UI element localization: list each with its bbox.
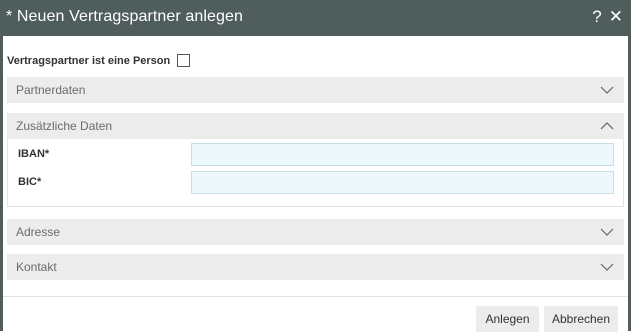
dialog-title: * Neuen Vertragspartner anlegen bbox=[6, 8, 244, 25]
section-kontakt-label: Kontakt bbox=[16, 260, 57, 274]
person-checkbox-label: Vertragspartner ist eine Person bbox=[7, 54, 171, 67]
help-icon[interactable]: ? bbox=[592, 7, 601, 27]
section-kontakt-header[interactable]: Kontakt bbox=[7, 254, 624, 280]
section-adresse-header[interactable]: Adresse bbox=[7, 219, 624, 245]
chevron-up-icon bbox=[600, 122, 614, 130]
section-zusaetzliche-daten-label: Zusätzliche Daten bbox=[16, 119, 113, 133]
section-zusaetzliche-daten-panel: IBAN* BIC* bbox=[7, 139, 624, 207]
close-icon[interactable]: ✕ bbox=[609, 7, 623, 27]
new-contract-partner-dialog: * Neuen Vertragspartner anlegen ? ✕ Vert… bbox=[0, 0, 631, 332]
chevron-down-icon bbox=[600, 228, 614, 236]
iban-label: IBAN* bbox=[18, 148, 50, 160]
section-partnerdaten-label: Partnerdaten bbox=[16, 83, 86, 97]
chevron-down-icon bbox=[600, 86, 614, 94]
titlebar-controls: ? ✕ bbox=[592, 7, 623, 27]
footer-divider bbox=[3, 296, 628, 297]
dialog-titlebar: * Neuen Vertragspartner anlegen ? ✕ bbox=[0, 0, 631, 36]
section-partnerdaten-header[interactable]: Partnerdaten bbox=[7, 77, 624, 103]
bic-label: BIC* bbox=[18, 176, 42, 188]
person-toggle-row: Vertragspartner ist eine Person bbox=[7, 54, 191, 67]
section-adresse-label: Adresse bbox=[16, 225, 61, 239]
person-checkbox[interactable] bbox=[177, 54, 191, 67]
chevron-down-icon bbox=[600, 263, 614, 271]
cancel-button[interactable]: Abbrechen bbox=[544, 306, 618, 332]
create-button[interactable]: Anlegen bbox=[476, 306, 539, 332]
bic-field[interactable] bbox=[191, 171, 614, 194]
iban-field[interactable] bbox=[191, 143, 614, 166]
section-zusaetzliche-daten-header[interactable]: Zusätzliche Daten bbox=[7, 113, 624, 139]
